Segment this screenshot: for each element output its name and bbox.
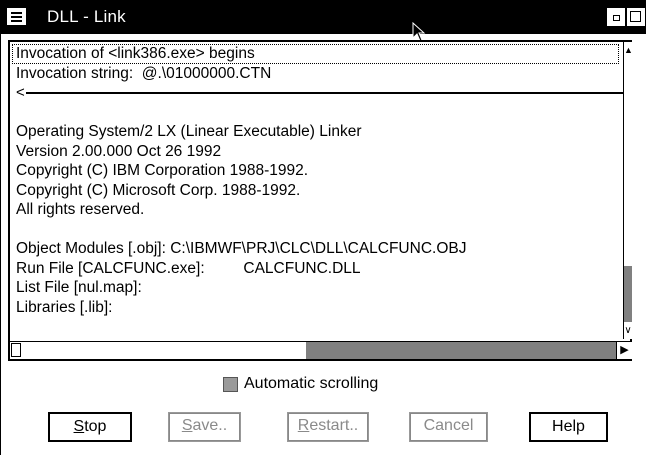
output-line: Object Modules [.obj]: C:\IBMWF\PRJ\CLC\… [16,240,467,257]
output-line: Invocation of <link386.exe> begins [12,44,619,64]
dll-link-window: DLL - Link Invocation of <link386.exe> b… [0,0,646,455]
restart-mnemonic: R [297,417,310,434]
output-line: Copyright (C) IBM Corporation 1988-1992. [16,162,309,179]
save-button[interactable]: Save.. [168,412,241,442]
window-title: DLL - Link [47,7,126,26]
minimize-icon[interactable] [607,8,625,26]
output-lines: Invocation of <link386.exe> begins Invoc… [12,44,630,317]
output-line: Invocation string: @.\01000000.CTN [16,64,272,82]
scroll-left-icon[interactable] [11,343,21,357]
restart-label: estart.. [309,417,359,434]
output-line: Run File [CALCFUNC.exe]: CALCFUNC.DLL [16,259,361,277]
output-line: Version 2.00.000 Oct 26 1992 [16,142,222,160]
scroll-down-icon[interactable]: ∨ [624,322,632,339]
cancel-button[interactable]: Cancel [409,412,488,442]
title-bar[interactable]: DLL - Link [1,0,646,34]
horizontal-scrollbar[interactable]: ▶ [10,341,632,359]
vertical-scroll-thumb[interactable] [624,266,632,322]
left-arrow-icon: < [16,84,25,101]
vertical-scrollbar[interactable]: ▲ ∨ [623,42,633,339]
save-label: ave.. [192,417,228,434]
separator-arrow: < [16,83,630,103]
restart-button[interactable]: Restart.. [287,412,369,442]
output-line: Libraries [.lib]: [16,298,113,316]
output-line: List File [nul.map]: [16,279,142,296]
maximize-icon[interactable] [627,8,645,26]
output-line: Operating System/2 LX (Linear Executable… [16,123,362,140]
stop-label: top [84,418,107,435]
system-menu-icon[interactable] [7,8,26,25]
automatic-scrolling-option[interactable]: Automatic scrolling [223,375,378,393]
scroll-up-icon[interactable]: ▲ [624,42,633,58]
automatic-scrolling-label: Automatic scrolling [244,375,379,392]
save-mnemonic: S [181,417,193,434]
stop-mnemonic: S [73,418,85,435]
output-pane[interactable]: Invocation of <link386.exe> begins Invoc… [8,40,633,361]
output-line: Copyright (C) Microsoft Corp. 1988-1992. [16,181,301,199]
stop-button[interactable]: Stop [48,412,132,442]
automatic-scrolling-checkbox[interactable] [223,376,238,392]
horizontal-scroll-thumb[interactable] [306,342,616,359]
help-button[interactable]: Help [529,412,608,442]
scroll-right-icon[interactable]: ▶ [616,342,632,359]
output-line: All rights reserved. [16,201,145,218]
mouse-pointer-icon [412,22,426,42]
